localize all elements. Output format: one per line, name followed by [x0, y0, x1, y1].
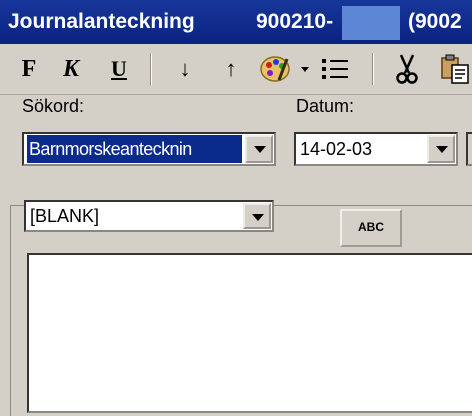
paste-icon[interactable]: [440, 52, 472, 86]
list-icon[interactable]: [318, 52, 352, 86]
note-text-area[interactable]: [27, 253, 472, 413]
sokord-dropdown-arrow[interactable]: [245, 135, 273, 163]
window-title: Journalanteckning: [8, 10, 195, 33]
toolbar-separator: [372, 53, 374, 85]
datum-value: 14-02-03: [300, 139, 373, 159]
sokord-label: Sökord:: [22, 96, 85, 116]
datum-combobox[interactable]: 14-02-03: [294, 132, 458, 166]
partial-field[interactable]: [466, 132, 472, 166]
spellcheck-button[interactable]: ABC: [340, 209, 402, 247]
window-title-bar: Journalanteckning 900210- (9002: [0, 0, 472, 44]
underline-button[interactable]: U: [104, 52, 134, 86]
palette-icon[interactable]: [258, 52, 292, 86]
scissors-icon[interactable]: [392, 52, 422, 86]
patient-id: 900210-: [256, 10, 334, 33]
sokord-combobox[interactable]: Barnmorskeantecknin: [22, 132, 276, 166]
move-down-button[interactable]: ↓: [172, 52, 198, 86]
template-dropdown-arrow[interactable]: [243, 203, 271, 229]
datum-dropdown-arrow[interactable]: [427, 135, 455, 163]
bold-button[interactable]: F: [14, 52, 44, 86]
sokord-selected-value: Barnmorskeantecknin: [27, 135, 242, 163]
patient-id-extra: (9002: [408, 10, 462, 33]
italic-button[interactable]: K: [56, 52, 86, 86]
formatting-toolbar: F K U ↓ ↑: [0, 44, 472, 95]
palette-dropdown-arrow[interactable]: [298, 52, 312, 86]
redacted-block: [342, 6, 400, 40]
toolbar-separator: [150, 53, 152, 85]
datum-label: Datum:: [296, 96, 355, 116]
move-up-button[interactable]: ↑: [218, 52, 244, 86]
template-combobox[interactable]: [BLANK]: [24, 200, 274, 232]
template-value: [BLANK]: [30, 206, 100, 226]
